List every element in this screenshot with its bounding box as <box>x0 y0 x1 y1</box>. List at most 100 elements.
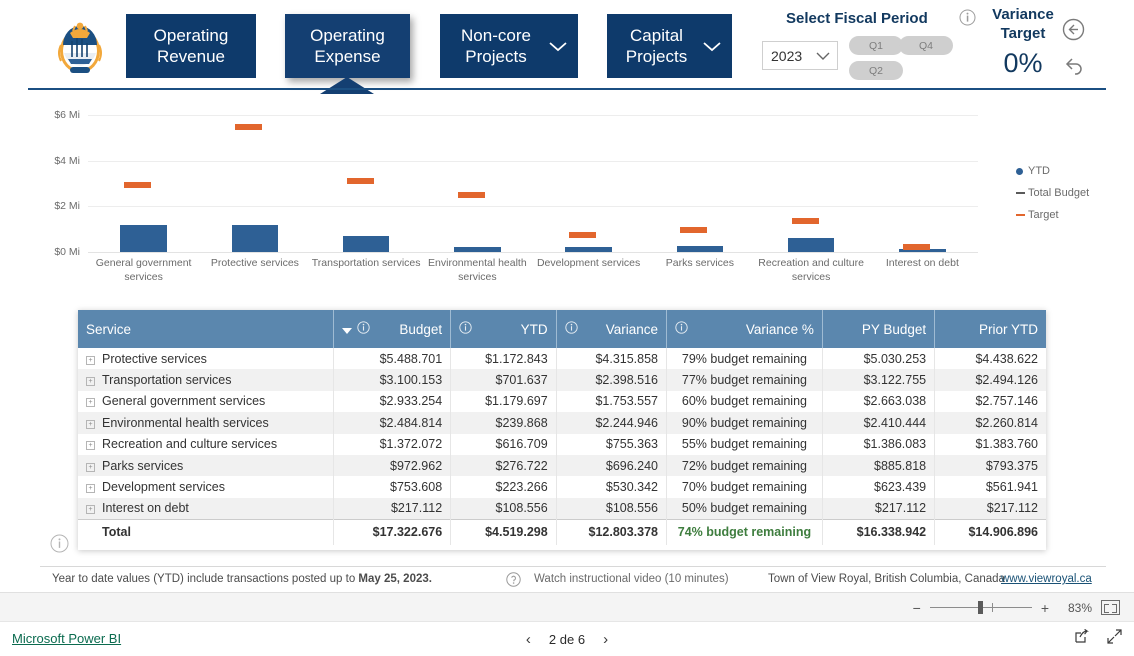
chart-bar-ytd[interactable] <box>454 246 501 252</box>
nav-tab-operating-expense[interactable]: Operating Expense <box>285 14 410 78</box>
row-expander-icon[interactable]: + <box>86 377 95 387</box>
cell-variance: $108.556 <box>556 497 668 520</box>
legend-marker-target <box>1016 214 1025 216</box>
chevron-right-icon[interactable]: › <box>603 631 608 648</box>
table-row[interactable]: + Protective services $5.488.701 $1.172.843… <box>78 348 1046 370</box>
chart-marker-target[interactable] <box>346 178 374 185</box>
nav-tab-label-line1: Operating <box>153 25 229 45</box>
chevron-down-icon[interactable] <box>815 48 831 64</box>
chart-marker-target[interactable] <box>569 231 596 238</box>
chart-plot-area[interactable]: General government services Protective se… <box>88 92 978 283</box>
chart-bar-group[interactable] <box>899 92 946 252</box>
chevron-down-icon[interactable] <box>548 40 568 53</box>
table-info-icon[interactable] <box>50 534 69 558</box>
chart-marker-target[interactable] <box>680 226 708 233</box>
variance-target-info-icon[interactable] <box>959 9 976 31</box>
y-axis-tick-label: $6 Mi <box>54 108 80 121</box>
chart-category-label: Interest on debt <box>885 257 959 269</box>
back-circle-icon[interactable] <box>1062 18 1085 46</box>
variance-info-icon[interactable] <box>565 321 578 337</box>
legend-item-target[interactable]: Target <box>1016 204 1089 226</box>
row-expander-icon[interactable]: + <box>86 484 95 494</box>
column-header-py-budget[interactable]: PY Budget <box>822 310 936 348</box>
cell-prior_ytd: $793.375 <box>934 454 1046 477</box>
chart-bar-ytd[interactable] <box>565 246 612 252</box>
chart-bar-ytd[interactable] <box>787 237 835 252</box>
cell-service-name: Parks services <box>102 458 184 473</box>
column-header-variance-pct[interactable]: Variance % <box>666 310 823 348</box>
table-row[interactable]: + Development services $753.608 $223.266 $53… <box>78 476 1046 498</box>
chart-category-label: Protective services <box>210 257 299 269</box>
row-expander-icon[interactable]: + <box>86 462 95 472</box>
sort-descending-icon[interactable] <box>342 322 353 337</box>
legend-label-ytd: YTD <box>1028 165 1050 177</box>
ytd-info-icon[interactable] <box>459 321 472 337</box>
chart-marker-target[interactable] <box>902 244 930 251</box>
town-crest-icon <box>52 15 108 77</box>
zoom-slider-thumb[interactable] <box>977 601 983 614</box>
chart-bar-group[interactable] <box>231 92 278 252</box>
legend-item-ytd[interactable]: YTD <box>1016 160 1089 182</box>
column-header-ytd[interactable]: YTD <box>450 310 557 348</box>
row-expander-icon[interactable]: + <box>86 441 95 451</box>
share-icon[interactable] <box>1074 628 1089 649</box>
zoom-in-button[interactable]: + <box>1041 601 1049 615</box>
chart-bar-group[interactable] <box>787 92 835 252</box>
chart-marker-target[interactable] <box>791 217 819 224</box>
chart-bar-group[interactable] <box>454 92 501 252</box>
budget-info-icon[interactable] <box>357 321 370 337</box>
table-row[interactable]: + Environmental health services $2.484.814… <box>78 412 1046 434</box>
legend-marker-ytd <box>1016 167 1023 175</box>
fiscal-year-select[interactable]: 2023 <box>762 41 838 70</box>
chevron-down-icon[interactable] <box>702 40 722 53</box>
reset-arrow-icon[interactable] <box>1063 56 1085 81</box>
chart-bar-group[interactable] <box>565 92 612 252</box>
row-expander-icon[interactable]: + <box>86 505 95 515</box>
table-row[interactable]: + Interest on debt $217.112 $108.556 $108.55… <box>78 497 1046 520</box>
quarter-filter-q4[interactable]: Q4 <box>899 36 953 55</box>
column-header-prior-ytd[interactable]: Prior YTD <box>934 310 1046 348</box>
table-row[interactable]: + Parks services $972.962 $276.722 $696.240 7… <box>78 454 1046 477</box>
fullscreen-icon[interactable] <box>1107 629 1122 649</box>
fit-to-page-icon[interactable] <box>1101 600 1120 615</box>
chart-marker-target[interactable] <box>124 181 151 188</box>
chart-bar-group[interactable] <box>120 92 167 252</box>
nav-tab-operating-revenue[interactable]: Operating Revenue <box>126 14 256 78</box>
row-expander-icon[interactable]: + <box>86 398 95 408</box>
nav-tab-non-core-projects[interactable]: Non-core Projects <box>440 14 578 78</box>
chart-bar-ytd[interactable] <box>231 225 278 252</box>
town-website-link[interactable]: www.viewroyal.ca <box>1001 573 1092 585</box>
variance-pct-info-icon[interactable] <box>675 321 688 337</box>
chart-marker-target[interactable] <box>235 123 263 130</box>
help-circle-icon[interactable] <box>506 572 521 590</box>
instructional-video-link[interactable]: Watch instructional video (10 minutes) <box>534 573 729 585</box>
cell-service: + Recreation and culture services <box>78 433 335 455</box>
quarter-filter-q2[interactable]: Q2 <box>849 61 903 80</box>
row-expander-icon[interactable]: + <box>86 419 95 429</box>
column-header-budget[interactable]: Budget <box>333 310 452 348</box>
chart-bar-ytd[interactable] <box>676 245 723 252</box>
chart-bar-group[interactable] <box>676 92 723 252</box>
cell-variance_pct: 72% budget remaining <box>666 454 823 477</box>
zoom-out-button[interactable]: − <box>913 601 921 615</box>
legend-item-total-budget[interactable]: Total Budget <box>1016 182 1089 204</box>
chart-bar-ytd[interactable] <box>342 235 390 252</box>
chevron-left-icon[interactable]: ‹ <box>526 631 531 648</box>
column-header-service[interactable]: Service <box>78 310 335 348</box>
chart-bar-group[interactable] <box>342 92 390 252</box>
table-row[interactable]: + General government services $2.933.254 $1… <box>78 390 1046 413</box>
row-expander-icon[interactable]: + <box>86 355 95 365</box>
fiscal-year-value: 2023 <box>771 47 803 64</box>
chart-marker-target[interactable] <box>457 192 485 199</box>
table-row[interactable]: + Transportation services $3.100.153 $701.6… <box>78 369 1046 391</box>
quarter-filter-q1[interactable]: Q1 <box>849 36 903 55</box>
cell-py_budget: $2.410.444 <box>822 412 936 434</box>
cell-ytd: $108.556 <box>450 497 557 520</box>
chart-bar-ytd[interactable] <box>120 225 167 252</box>
chart-category-label: Environmental health services <box>428 257 527 284</box>
table-row[interactable]: + Recreation and culture services $1.372.0… <box>78 433 1046 455</box>
power-bi-brand-link[interactable]: Microsoft Power BI <box>12 631 121 646</box>
nav-tab-capital-projects[interactable]: Capital Projects <box>607 14 732 78</box>
zoom-slider[interactable] <box>929 601 1032 614</box>
column-header-variance[interactable]: Variance <box>556 310 668 348</box>
